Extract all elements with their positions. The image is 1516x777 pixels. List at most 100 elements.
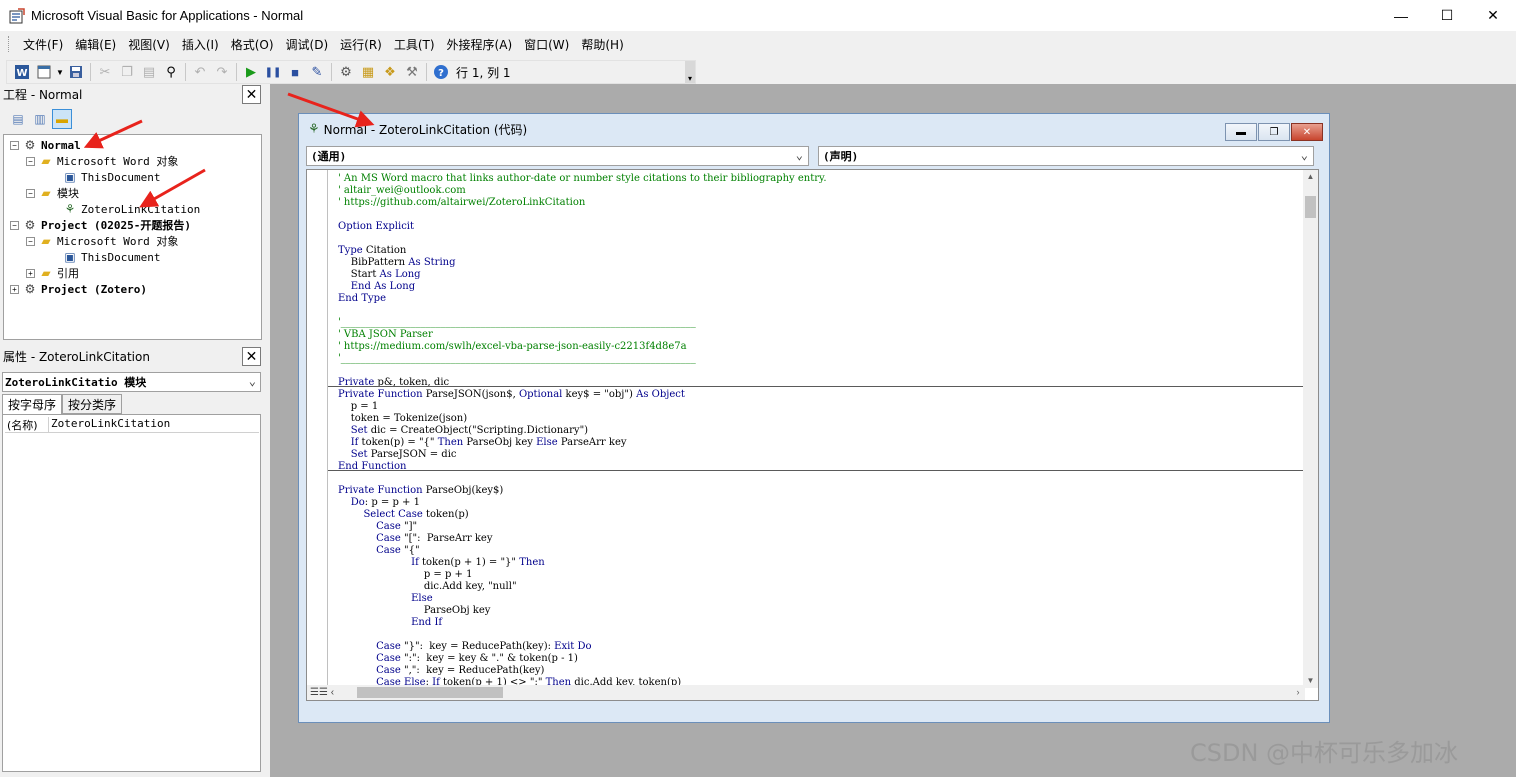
undo-icon[interactable]: ↶ <box>189 62 211 82</box>
close-button[interactable]: ✕ <box>1470 0 1516 31</box>
code-line[interactable]: End As Long <box>338 281 1298 293</box>
code-line[interactable]: Select Case token(p) <box>338 509 1298 521</box>
tree-item-zoterolinkcitation[interactable]: ⚘ ZoteroLinkCitation <box>62 201 201 217</box>
code-line[interactable]: Set dic = CreateObject("Scripting.Dictio… <box>338 425 1298 437</box>
code-line[interactable]: Private Function ParseObj(key$) <box>338 485 1298 497</box>
code-line[interactable]: Option Explicit <box>338 221 1298 233</box>
vertical-scroll-thumb[interactable] <box>1305 196 1316 218</box>
code-window-close-button[interactable]: ✕ <box>1291 123 1323 141</box>
scroll-right-icon[interactable]: › <box>1291 685 1305 700</box>
toolbar-options-chevron-icon[interactable]: ▾ <box>685 61 695 83</box>
project-explorer-icon[interactable]: ⚙ <box>335 62 357 82</box>
code-line[interactable]: ParseObj key <box>338 605 1298 617</box>
tree-item-thisdocument[interactable]: ▣ ThisDocument <box>62 249 160 265</box>
tree-item-normal[interactable]: − ⚙ Normal <box>10 137 81 153</box>
code-line[interactable]: token = Tokenize(json) <box>338 413 1298 425</box>
menu-window[interactable]: 窗口(W) <box>518 36 575 53</box>
property-value[interactable]: ZoteroLinkCitation <box>49 417 170 432</box>
code-line[interactable]: Case ":": key = key & "." & token(p - 1) <box>338 653 1298 665</box>
tree-item-project-02025[interactable]: − ⚙ Project (02025-开题报告) <box>10 217 191 233</box>
properties-panel-close-button[interactable]: ✕ <box>242 347 261 366</box>
maximize-button[interactable]: ☐ <box>1424 0 1470 31</box>
code-line[interactable]: Case ",": key = ReducePath(key) <box>338 665 1298 677</box>
code-line[interactable]: BibPattern As String <box>338 257 1298 269</box>
object-select[interactable]: ZoteroLinkCitatio 模块 ⌄ <box>2 372 261 392</box>
minimize-button[interactable]: — <box>1378 0 1424 31</box>
code-line[interactable] <box>338 233 1298 245</box>
code-editor[interactable]: ' An MS Word macro that links author-dat… <box>306 169 1319 701</box>
code-line[interactable]: If token(p + 1) = "}" Then <box>338 557 1298 569</box>
collapse-icon[interactable]: − <box>26 156 35 166</box>
redo-icon[interactable]: ↷ <box>211 62 233 82</box>
code-line[interactable]: Set ParseJSON = dic <box>338 449 1298 461</box>
code-window-title-bar[interactable]: ⚘ Normal - ZoteroLinkCitation (代码) ▬ ❐ ✕ <box>299 114 1329 144</box>
code-line[interactable]: Else <box>338 593 1298 605</box>
code-line[interactable]: Case "{" <box>338 545 1298 557</box>
run-icon[interactable]: ▶ <box>240 62 262 82</box>
code-line[interactable]: Type Citation <box>338 245 1298 257</box>
code-line[interactable] <box>338 305 1298 317</box>
code-line[interactable]: ' An MS Word macro that links author-dat… <box>338 173 1298 185</box>
code-line[interactable] <box>338 629 1298 641</box>
code-line[interactable]: If token(p) = "{" Then ParseObj key Else… <box>338 437 1298 449</box>
menu-file[interactable]: 文件(F) <box>17 36 69 53</box>
code-line[interactable]: ' https://github.com/altairwei/ZoteroLin… <box>338 197 1298 209</box>
chevron-down-icon[interactable]: ⌄ <box>1301 148 1308 162</box>
code-window-restore-button[interactable]: ❐ <box>1258 123 1290 141</box>
menu-debug[interactable]: 调试(D) <box>280 36 335 53</box>
collapse-icon[interactable]: − <box>10 140 19 150</box>
tree-item-references[interactable]: + ▰ 引用 <box>26 265 79 281</box>
menu-tools[interactable]: 工具(T) <box>388 36 441 53</box>
code-line[interactable]: End Function <box>338 461 1298 473</box>
menu-insert[interactable]: 插入(I) <box>176 36 225 53</box>
menu-view[interactable]: 视图(V) <box>122 36 176 53</box>
menu-help[interactable]: 帮助(H) <box>575 36 629 53</box>
chevron-down-icon[interactable]: ⌄ <box>249 374 256 388</box>
code-line[interactable]: ' altair_wei@outlook.com <box>338 185 1298 197</box>
code-line[interactable] <box>338 209 1298 221</box>
code-line[interactable]: p = 1 <box>338 401 1298 413</box>
collapse-icon[interactable]: − <box>26 188 35 198</box>
scroll-down-icon[interactable]: ▼ <box>1303 674 1318 688</box>
code-lines[interactable]: ' An MS Word macro that links author-dat… <box>338 173 1298 689</box>
cut-icon[interactable]: ✂ <box>94 62 116 82</box>
object-browser-icon[interactable]: ❖ <box>379 62 401 82</box>
view-code-icon[interactable]: ▤ <box>8 109 28 129</box>
scroll-up-icon[interactable]: ▲ <box>1303 170 1318 184</box>
code-line[interactable]: '_______________________________________… <box>338 317 1298 329</box>
code-line[interactable]: Private p&, token, dic <box>338 377 1298 389</box>
chevron-down-icon[interactable]: ⌄ <box>796 148 803 162</box>
code-line[interactable]: Case "}": key = ReducePath(key): Exit Do <box>338 641 1298 653</box>
design-mode-icon[interactable]: ✎ <box>306 62 328 82</box>
toolbox-icon[interactable]: ⚒ <box>401 62 423 82</box>
code-line[interactable]: Case "]" <box>338 521 1298 533</box>
paste-icon[interactable]: ▤ <box>138 62 160 82</box>
code-line[interactable]: End If <box>338 617 1298 629</box>
indicator-margin[interactable] <box>307 170 328 688</box>
insert-dropdown-icon[interactable]: ▼ <box>55 62 65 82</box>
vertical-scrollbar[interactable]: ▲ ▼ <box>1303 170 1318 688</box>
menu-format[interactable]: 格式(O) <box>225 36 280 53</box>
insert-module-icon[interactable] <box>33 62 55 82</box>
menu-addins[interactable]: 外接程序(A) <box>441 36 519 53</box>
help-icon[interactable]: ? <box>430 62 452 82</box>
expand-icon[interactable]: + <box>10 284 19 294</box>
code-line[interactable]: End Type <box>338 293 1298 305</box>
code-line[interactable] <box>338 473 1298 485</box>
procedure-combo[interactable]: (声明) ⌄ <box>818 146 1314 166</box>
code-line[interactable]: Case "[": ParseArr key <box>338 533 1298 545</box>
find-icon[interactable]: ⚲ <box>160 62 182 82</box>
code-line[interactable]: Private Function ParseJSON(json$, Option… <box>338 389 1298 401</box>
tree-item-word-objects[interactable]: − ▰ Microsoft Word 对象 <box>26 233 178 249</box>
project-panel-close-button[interactable]: ✕ <box>242 85 261 104</box>
toggle-folders-icon[interactable]: ▬ <box>52 109 72 129</box>
code-line[interactable]: '_______________________________________… <box>338 353 1298 365</box>
code-line[interactable]: ' VBA JSON Parser <box>338 329 1298 341</box>
tree-item-project-zotero[interactable]: + ⚙ Project (Zotero) <box>10 281 147 297</box>
collapse-icon[interactable]: − <box>10 220 19 230</box>
tree-item-thisdocument[interactable]: ▣ ThisDocument <box>62 169 160 185</box>
copy-icon[interactable]: ❐ <box>116 62 138 82</box>
code-line[interactable]: ' https://medium.com/swlh/excel-vba-pars… <box>338 341 1298 353</box>
break-icon[interactable]: ❚❚ <box>262 62 284 82</box>
reset-icon[interactable]: ■ <box>284 62 306 82</box>
